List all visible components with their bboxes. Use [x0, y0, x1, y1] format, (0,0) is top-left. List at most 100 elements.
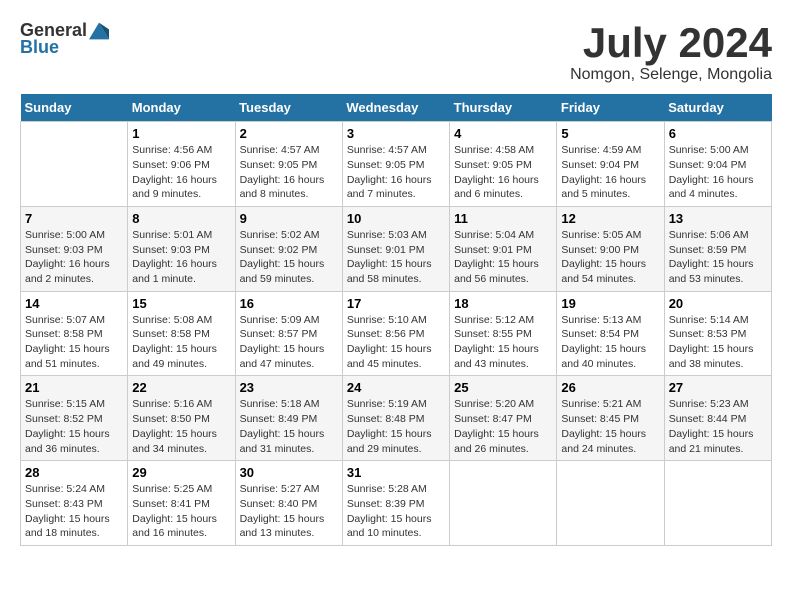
week-row-1: 1 Sunrise: 4:56 AMSunset: 9:06 PMDaylight…: [21, 122, 772, 207]
calendar-table: SundayMondayTuesdayWednesdayThursdayFrid…: [20, 94, 772, 546]
day-info: Sunrise: 5:07 AMSunset: 8:58 PMDaylight:…: [25, 313, 123, 372]
day-info: Sunrise: 4:58 AMSunset: 9:05 PMDaylight:…: [454, 143, 552, 202]
week-row-2: 7 Sunrise: 5:00 AMSunset: 9:03 PMDaylight…: [21, 206, 772, 291]
day-info: Sunrise: 5:00 AMSunset: 9:04 PMDaylight:…: [669, 143, 767, 202]
calendar-cell: 20 Sunrise: 5:14 AMSunset: 8:53 PMDayligh…: [664, 291, 771, 376]
calendar-cell: 3Sunrise: 4:57 AMSunset: 9:05 PMDaylight…: [342, 122, 449, 207]
day-info: Sunrise: 5:02 AMSunset: 9:02 PMDaylight:…: [240, 228, 338, 287]
day-number: 17: [347, 296, 445, 311]
calendar-cell: 2 Sunrise: 4:57 AMSunset: 9:05 PMDaylight…: [235, 122, 342, 207]
calendar-cell: 10 Sunrise: 5:03 AMSunset: 9:01 PMDayligh…: [342, 206, 449, 291]
day-number: 11: [454, 211, 552, 226]
logo-blue: Blue: [20, 37, 59, 58]
day-number: 10: [347, 211, 445, 226]
day-info: Sunrise: 5:16 AMSunset: 8:50 PMDaylight:…: [132, 397, 230, 456]
day-number: 19: [561, 296, 659, 311]
calendar-cell: 12 Sunrise: 5:05 AMSunset: 9:00 PMDayligh…: [557, 206, 664, 291]
calendar-cell: 18 Sunrise: 5:12 AMSunset: 8:55 PMDayligh…: [450, 291, 557, 376]
calendar-cell: 24 Sunrise: 5:19 AMSunset: 8:48 PMDayligh…: [342, 376, 449, 461]
day-number: 9: [240, 211, 338, 226]
day-number: 30: [240, 465, 338, 480]
calendar-cell: 25Sunrise: 5:20 AMSunset: 8:47 PMDayligh…: [450, 376, 557, 461]
day-number: 29: [132, 465, 230, 480]
calendar-cell: 30Sunrise: 5:27 AMSunset: 8:40 PMDayligh…: [235, 461, 342, 546]
calendar-cell: 27 Sunrise: 5:23 AMSunset: 8:44 PMDayligh…: [664, 376, 771, 461]
day-info: Sunrise: 5:04 AMSunset: 9:01 PMDaylight:…: [454, 228, 552, 287]
calendar-cell: 6Sunrise: 5:00 AMSunset: 9:04 PMDaylight…: [664, 122, 771, 207]
calendar-cell: [664, 461, 771, 546]
calendar-cell: 22 Sunrise: 5:16 AMSunset: 8:50 PMDayligh…: [128, 376, 235, 461]
day-info: Sunrise: 5:09 AMSunset: 8:57 PMDaylight:…: [240, 313, 338, 372]
header-sunday: Sunday: [21, 94, 128, 122]
day-info: Sunrise: 5:10 AMSunset: 8:56 PMDaylight:…: [347, 313, 445, 372]
day-number: 15: [132, 296, 230, 311]
day-number: 26: [561, 380, 659, 395]
day-info: Sunrise: 4:57 AMSunset: 9:05 PMDaylight:…: [240, 143, 338, 202]
header-monday: Monday: [128, 94, 235, 122]
calendar-cell: 29 Sunrise: 5:25 AMSunset: 8:41 PMDayligh…: [128, 461, 235, 546]
day-info: Sunrise: 5:05 AMSunset: 9:00 PMDaylight:…: [561, 228, 659, 287]
day-info: Sunrise: 5:19 AMSunset: 8:48 PMDaylight:…: [347, 397, 445, 456]
day-info: Sunrise: 5:01 AMSunset: 9:03 PMDaylight:…: [132, 228, 230, 287]
calendar-cell: 13 Sunrise: 5:06 AMSunset: 8:59 PMDayligh…: [664, 206, 771, 291]
calendar-cell: 1 Sunrise: 4:56 AMSunset: 9:06 PMDaylight…: [128, 122, 235, 207]
title-block: July 2024 Nomgon, Selenge, Mongolia: [570, 20, 772, 84]
day-number: 4: [454, 126, 552, 141]
calendar-cell: 17 Sunrise: 5:10 AMSunset: 8:56 PMDayligh…: [342, 291, 449, 376]
day-info: Sunrise: 4:57 AMSunset: 9:05 PMDaylight:…: [347, 143, 445, 202]
day-number: 12: [561, 211, 659, 226]
day-info: Sunrise: 5:08 AMSunset: 8:58 PMDaylight:…: [132, 313, 230, 372]
location-subtitle: Nomgon, Selenge, Mongolia: [570, 66, 772, 84]
week-row-5: 28Sunrise: 5:24 AMSunset: 8:43 PMDayligh…: [21, 461, 772, 546]
day-info: Sunrise: 4:59 AMSunset: 9:04 PMDaylight:…: [561, 143, 659, 202]
day-number: 20: [669, 296, 767, 311]
calendar-cell: 31Sunrise: 5:28 AMSunset: 8:39 PMDayligh…: [342, 461, 449, 546]
day-number: 7: [25, 211, 123, 226]
day-info: Sunrise: 5:21 AMSunset: 8:45 PMDaylight:…: [561, 397, 659, 456]
day-info: Sunrise: 5:18 AMSunset: 8:49 PMDaylight:…: [240, 397, 338, 456]
calendar-cell: [21, 122, 128, 207]
day-number: 1: [132, 126, 230, 141]
calendar-cell: 11 Sunrise: 5:04 AMSunset: 9:01 PMDayligh…: [450, 206, 557, 291]
day-number: 27: [669, 380, 767, 395]
day-number: 21: [25, 380, 123, 395]
header-thursday: Thursday: [450, 94, 557, 122]
day-info: Sunrise: 5:12 AMSunset: 8:55 PMDaylight:…: [454, 313, 552, 372]
day-number: 13: [669, 211, 767, 226]
header-friday: Friday: [557, 94, 664, 122]
day-info: Sunrise: 4:56 AMSunset: 9:06 PMDaylight:…: [132, 143, 230, 202]
day-number: 2: [240, 126, 338, 141]
calendar-cell: 9 Sunrise: 5:02 AMSunset: 9:02 PMDaylight…: [235, 206, 342, 291]
calendar-cell: 21Sunrise: 5:15 AMSunset: 8:52 PMDayligh…: [21, 376, 128, 461]
day-info: Sunrise: 5:25 AMSunset: 8:41 PMDaylight:…: [132, 482, 230, 541]
day-info: Sunrise: 5:00 AMSunset: 9:03 PMDaylight:…: [25, 228, 123, 287]
day-info: Sunrise: 5:13 AMSunset: 8:54 PMDaylight:…: [561, 313, 659, 372]
calendar-cell: 14 Sunrise: 5:07 AMSunset: 8:58 PMDayligh…: [21, 291, 128, 376]
day-info: Sunrise: 5:03 AMSunset: 9:01 PMDaylight:…: [347, 228, 445, 287]
day-info: Sunrise: 5:23 AMSunset: 8:44 PMDaylight:…: [669, 397, 767, 456]
day-info: Sunrise: 5:28 AMSunset: 8:39 PMDaylight:…: [347, 482, 445, 541]
calendar-cell: 28Sunrise: 5:24 AMSunset: 8:43 PMDayligh…: [21, 461, 128, 546]
month-title: July 2024: [570, 20, 772, 66]
day-number: 28: [25, 465, 123, 480]
day-info: Sunrise: 5:06 AMSunset: 8:59 PMDaylight:…: [669, 228, 767, 287]
calendar-cell: 19 Sunrise: 5:13 AMSunset: 8:54 PMDayligh…: [557, 291, 664, 376]
calendar-cell: 26 Sunrise: 5:21 AMSunset: 8:45 PMDayligh…: [557, 376, 664, 461]
day-info: Sunrise: 5:14 AMSunset: 8:53 PMDaylight:…: [669, 313, 767, 372]
page-header: General Blue July 2024 Nomgon, Selenge, …: [20, 20, 772, 84]
logo: General Blue: [20, 20, 109, 58]
day-number: 24: [347, 380, 445, 395]
days-header-row: SundayMondayTuesdayWednesdayThursdayFrid…: [21, 94, 772, 122]
day-number: 8: [132, 211, 230, 226]
day-number: 16: [240, 296, 338, 311]
day-number: 14: [25, 296, 123, 311]
calendar-cell: 15 Sunrise: 5:08 AMSunset: 8:58 PMDayligh…: [128, 291, 235, 376]
day-number: 18: [454, 296, 552, 311]
calendar-cell: [557, 461, 664, 546]
calendar-cell: 7 Sunrise: 5:00 AMSunset: 9:03 PMDaylight…: [21, 206, 128, 291]
week-row-4: 21Sunrise: 5:15 AMSunset: 8:52 PMDayligh…: [21, 376, 772, 461]
day-info: Sunrise: 5:20 AMSunset: 8:47 PMDaylight:…: [454, 397, 552, 456]
day-number: 22: [132, 380, 230, 395]
day-number: 5: [561, 126, 659, 141]
logo-icon: [89, 21, 109, 41]
